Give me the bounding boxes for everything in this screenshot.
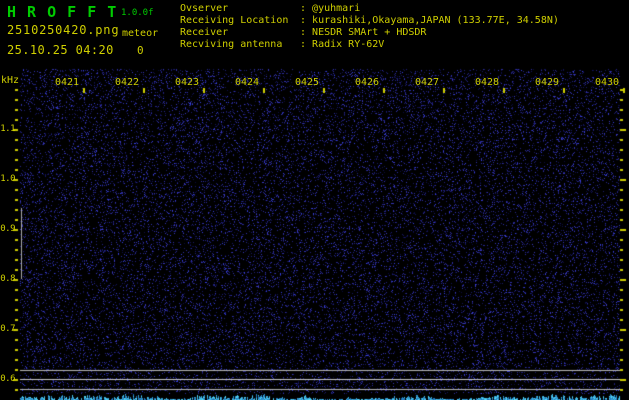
- time-tick-label: 0425: [295, 78, 319, 88]
- freq-tick-label: 1.0: [0, 174, 15, 184]
- info-colon: :: [300, 3, 312, 14]
- freq-tick-label: 0.9: [0, 224, 15, 234]
- meteor-label: meteor: [122, 29, 158, 39]
- info-colon: :: [300, 39, 312, 50]
- station-info-row: Ovserver: @yuhmari: [180, 3, 559, 15]
- station-info-row: Recviving antenna: Radix RY-62V: [180, 39, 559, 51]
- spectrogram-canvas: [0, 0, 629, 400]
- freq-tick-label: 0.8: [0, 274, 15, 284]
- time-tick-label: 0429: [535, 78, 559, 88]
- station-info: Ovserver: @yuhmariReceiving Location: ku…: [180, 3, 559, 51]
- time-tick-label: 0424: [235, 78, 259, 88]
- hrofft-screen: H R O F F T 1.0.0f 2510250420.png meteor…: [0, 0, 629, 400]
- info-label: Receiving Location: [180, 15, 300, 27]
- datetime: 25.10.25 04:20: [7, 44, 114, 56]
- output-filename: 2510250420.png: [7, 24, 119, 36]
- app-title: H R O F F T: [7, 5, 117, 20]
- info-label: Recviving antenna: [180, 39, 300, 51]
- time-tick-label: 0422: [115, 78, 139, 88]
- info-value: kurashiki,Okayama,JAPAN (133.77E, 34.58N…: [312, 15, 559, 26]
- time-tick-label: 0427: [415, 78, 439, 88]
- time-tick-label: 0426: [355, 78, 379, 88]
- info-label: Receiver: [180, 27, 300, 39]
- info-label: Ovserver: [180, 3, 300, 15]
- info-colon: :: [300, 15, 312, 26]
- info-value: @yuhmari: [312, 3, 360, 14]
- info-value: NESDR SMArt + HDSDR: [312, 27, 426, 38]
- freq-tick-label: 1.1: [0, 124, 15, 134]
- freq-tick-label: 0.7: [0, 324, 15, 334]
- time-tick-label: 0428: [475, 78, 499, 88]
- freq-tick-label: 0.6: [0, 374, 15, 384]
- time-tick-label: 0421: [55, 78, 79, 88]
- y-axis-unit-label: kHz: [1, 76, 19, 86]
- station-info-row: Receiver: NESDR SMArt + HDSDR: [180, 27, 559, 39]
- info-colon: :: [300, 27, 312, 38]
- time-tick-label: 0430: [595, 78, 619, 88]
- time-tick-label: 0423: [175, 78, 199, 88]
- station-info-row: Receiving Location: kurashiki,Okayama,JA…: [180, 15, 559, 27]
- meteor-count: 0: [137, 45, 144, 56]
- app-version: 1.0.0f: [121, 9, 154, 18]
- info-value: Radix RY-62V: [312, 39, 384, 50]
